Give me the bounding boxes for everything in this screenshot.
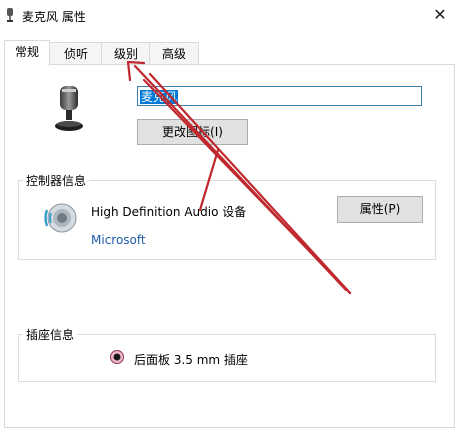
title-bar: 麦克风 属性 ✕ — [0, 0, 459, 30]
device-name-value: 麦克风 — [140, 90, 179, 104]
audio-jack-icon — [110, 350, 124, 364]
microphone-icon — [7, 8, 13, 22]
jack-location-text: 后面板 3.5 mm 插座 — [134, 353, 248, 367]
close-button[interactable]: ✕ — [429, 4, 451, 26]
controller-device-name: High Definition Audio 设备 — [91, 205, 247, 219]
controller-vendor: Microsoft — [91, 233, 146, 247]
tab-advanced-label: 高级 — [161, 47, 186, 61]
tab-general[interactable]: 常规 — [4, 40, 50, 66]
tab-advanced[interactable]: 高级 — [149, 42, 199, 65]
properties-button[interactable]: 属性(P) — [337, 196, 423, 223]
speaker-icon — [44, 203, 77, 233]
close-icon: ✕ — [433, 5, 447, 24]
tab-general-label: 常规 — [14, 45, 39, 59]
microphone-icon — [55, 86, 83, 131]
controller-info-label: 控制器信息 — [23, 172, 90, 189]
tab-levels[interactable]: 级别 — [101, 42, 151, 65]
device-name-input[interactable]: 麦克风 — [137, 86, 422, 106]
tab-listen[interactable]: 侦听 — [49, 42, 103, 65]
change-icon-button[interactable]: 更改图标(I) — [137, 119, 248, 145]
tab-levels-label: 级别 — [113, 47, 138, 61]
tab-listen-label: 侦听 — [63, 47, 88, 61]
window-title: 麦克风 属性 — [22, 10, 86, 24]
jack-info-label: 插座信息 — [23, 326, 78, 343]
